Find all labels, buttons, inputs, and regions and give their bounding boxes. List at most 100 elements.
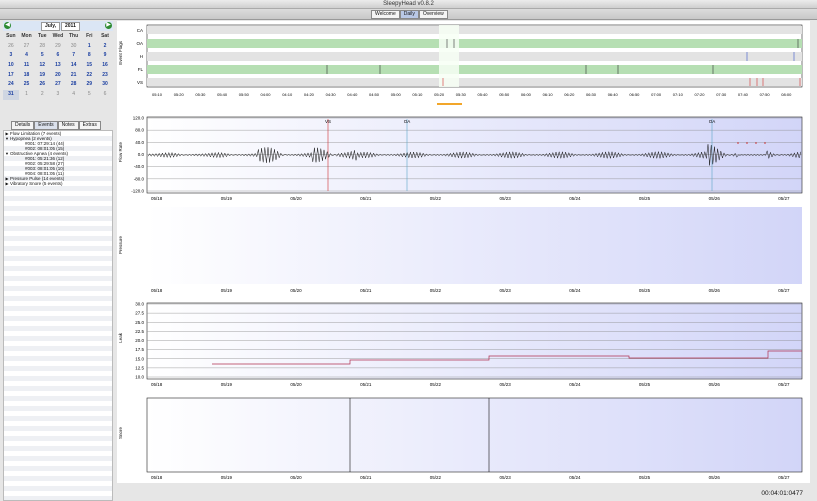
calendar-day[interactable]: 11: [19, 61, 35, 71]
y-tick-label: 15.0: [135, 356, 144, 361]
calendar-day[interactable]: 3: [3, 51, 19, 61]
tab-notes[interactable]: Notes: [57, 121, 79, 130]
flag-tick-label: 06:50: [629, 92, 640, 97]
prev-month-icon[interactable]: ◀: [4, 22, 11, 29]
calendar-nav: ◀ July, 2011 ▶: [3, 21, 113, 31]
calendar-day[interactable]: 1: [81, 42, 97, 52]
calendar-day[interactable]: 28: [66, 80, 82, 90]
calendar-day[interactable]: 21: [66, 71, 82, 81]
flag-tick-label: 07:20: [695, 92, 706, 97]
flag-row-vs: VS: [137, 80, 143, 85]
calendar-day[interactable]: 8: [81, 51, 97, 61]
calendar-day[interactable]: 15: [81, 61, 97, 71]
calendar-day[interactable]: 4: [19, 51, 35, 61]
month-select[interactable]: July,: [41, 22, 61, 31]
calendar-day[interactable]: 6: [50, 51, 66, 61]
calendar-day[interactable]: 13: [50, 61, 66, 71]
calendar-day[interactable]: 2: [34, 90, 50, 100]
calendar-day[interactable]: 27: [19, 42, 35, 52]
y-tick-label: 0.0: [138, 152, 145, 157]
flow-ylabel: Flow Rate: [118, 142, 123, 163]
calendar-day[interactable]: 1: [19, 90, 35, 100]
flag-row-oa: OA: [136, 41, 143, 46]
calendar-day[interactable]: 26: [34, 80, 50, 90]
detail-tabs: Details Events Notes Extras: [11, 121, 101, 130]
calendar-day[interactable]: 5: [34, 51, 50, 61]
tab-events[interactable]: Events: [34, 121, 58, 130]
calendar-day[interactable]: 25: [19, 80, 35, 90]
calendar-week: 24 25 26 27 28 29 30: [3, 80, 113, 90]
calendar-day[interactable]: 20: [50, 71, 66, 81]
tab-details[interactable]: Details: [11, 121, 35, 130]
x-tick-label: 05/21: [360, 382, 372, 387]
calendar-day[interactable]: 29: [81, 80, 97, 90]
event-group[interactable]: ▶Vibratory Snore (5 events): [4, 181, 112, 186]
flag-tick-label: 05:50: [239, 92, 250, 97]
time-range-indicator[interactable]: [437, 103, 462, 105]
event-label: Vibratory Snore (5 events): [10, 181, 63, 186]
calendar-day[interactable]: 27: [50, 80, 66, 90]
window-title: SleepyHead v0.8.2: [383, 1, 434, 7]
x-tick-label: 05/26: [709, 196, 721, 201]
calendar-day[interactable]: 12: [34, 61, 50, 71]
calendar-day[interactable]: 28: [34, 42, 50, 52]
weekday-label: Sat: [101, 33, 109, 39]
flags-svg: CA OA H FL VS 05:10 05:20 05:30 05:40 05:50 0…: [136, 24, 803, 105]
calendar-day[interactable]: 7: [66, 51, 82, 61]
x-tick-label: 05/23: [500, 382, 512, 387]
calendar-day[interactable]: 30: [97, 80, 113, 90]
y-tick-label: 10.0: [135, 375, 144, 380]
x-tick-label: 05/21: [360, 475, 372, 480]
flow-marker-oa1: OA: [404, 119, 411, 124]
year-select[interactable]: 2011: [61, 22, 80, 31]
calendar-day[interactable]: 19: [34, 71, 50, 81]
x-tick-label: 05/24: [569, 382, 581, 387]
x-tick-label: 05/23: [500, 196, 512, 201]
x-tick-label: 05/27: [778, 475, 790, 480]
calendar-day[interactable]: 23: [97, 71, 113, 81]
pressure-xticks: 05/18 05/19 05/20 05/21 05/22 05/23 05/24 05/25…: [151, 288, 790, 293]
flag-tick-label: 06:20: [564, 92, 575, 97]
next-month-icon[interactable]: ▶: [105, 22, 112, 29]
calendar-day[interactable]: 29: [50, 42, 66, 52]
calendar-day[interactable]: 9: [97, 51, 113, 61]
flag-tick-label: 07:30: [716, 92, 727, 97]
calendar-day[interactable]: 16: [97, 61, 113, 71]
x-tick-label: 05/18: [151, 382, 163, 387]
calendar-day[interactable]: 17: [3, 71, 19, 81]
calendar-day[interactable]: 10: [3, 61, 19, 71]
x-tick-label: 05/24: [569, 475, 581, 480]
x-tick-label: 05/22: [430, 196, 442, 201]
calendar-day[interactable]: 31: [3, 90, 19, 100]
y-tick-label: -80.0: [134, 176, 145, 181]
calendar-grid: Sun Mon Tue Wed Thu Fri Sat 26 27 28 29 30 1 2 3 4 5 6 7 8 9…: [3, 32, 113, 100]
tab-extras[interactable]: Extras: [78, 121, 101, 130]
calendar-day[interactable]: 4: [66, 90, 82, 100]
flag-tick-label: 06:40: [608, 92, 619, 97]
calendar-day[interactable]: 3: [50, 90, 66, 100]
tab-welcome[interactable]: Welcome: [371, 10, 400, 19]
flag-tick-label: 07:00: [651, 92, 662, 97]
flag-tick-label: 06:10: [543, 92, 554, 97]
calendar-day[interactable]: 6: [97, 90, 113, 100]
flag-tick-label: 04:10: [282, 92, 293, 97]
calendar-day[interactable]: 26: [3, 42, 19, 52]
tab-overview[interactable]: Overview: [418, 10, 448, 19]
leak-ylabel: Leak: [118, 333, 123, 343]
snore-svg: 05/18 05/19 05/20 05/21 05/22 05/23 05/24 05/25…: [146, 397, 803, 480]
pressure-svg: 05/18 05/19 05/20 05/21 05/22 05/23 05/24 05/25…: [147, 207, 802, 293]
calendar-day[interactable]: 22: [81, 71, 97, 81]
tab-daily[interactable]: Daily: [399, 10, 419, 19]
flow-xticks: 05/18 05/19 05/20 05/21 05/22 05/23 05/24 05/25…: [151, 196, 790, 201]
calendar-day[interactable]: 2: [97, 42, 113, 52]
calendar-day[interactable]: 24: [3, 80, 19, 90]
calendar-day[interactable]: 18: [19, 71, 35, 81]
x-tick-label: 05/19: [221, 288, 233, 293]
flag-tick-label: 05:20: [174, 92, 185, 97]
calendar-day[interactable]: 30: [66, 42, 82, 52]
y-tick-label: 27.5: [135, 311, 144, 316]
calendar-day[interactable]: 14: [66, 61, 82, 71]
calendar-day[interactable]: 5: [81, 90, 97, 100]
pressure-graph: Pressure 05/18 05/19 05/20 05/21 05/22 05/23 0…: [117, 206, 810, 296]
flag-tick-label: 04:20: [304, 92, 315, 97]
